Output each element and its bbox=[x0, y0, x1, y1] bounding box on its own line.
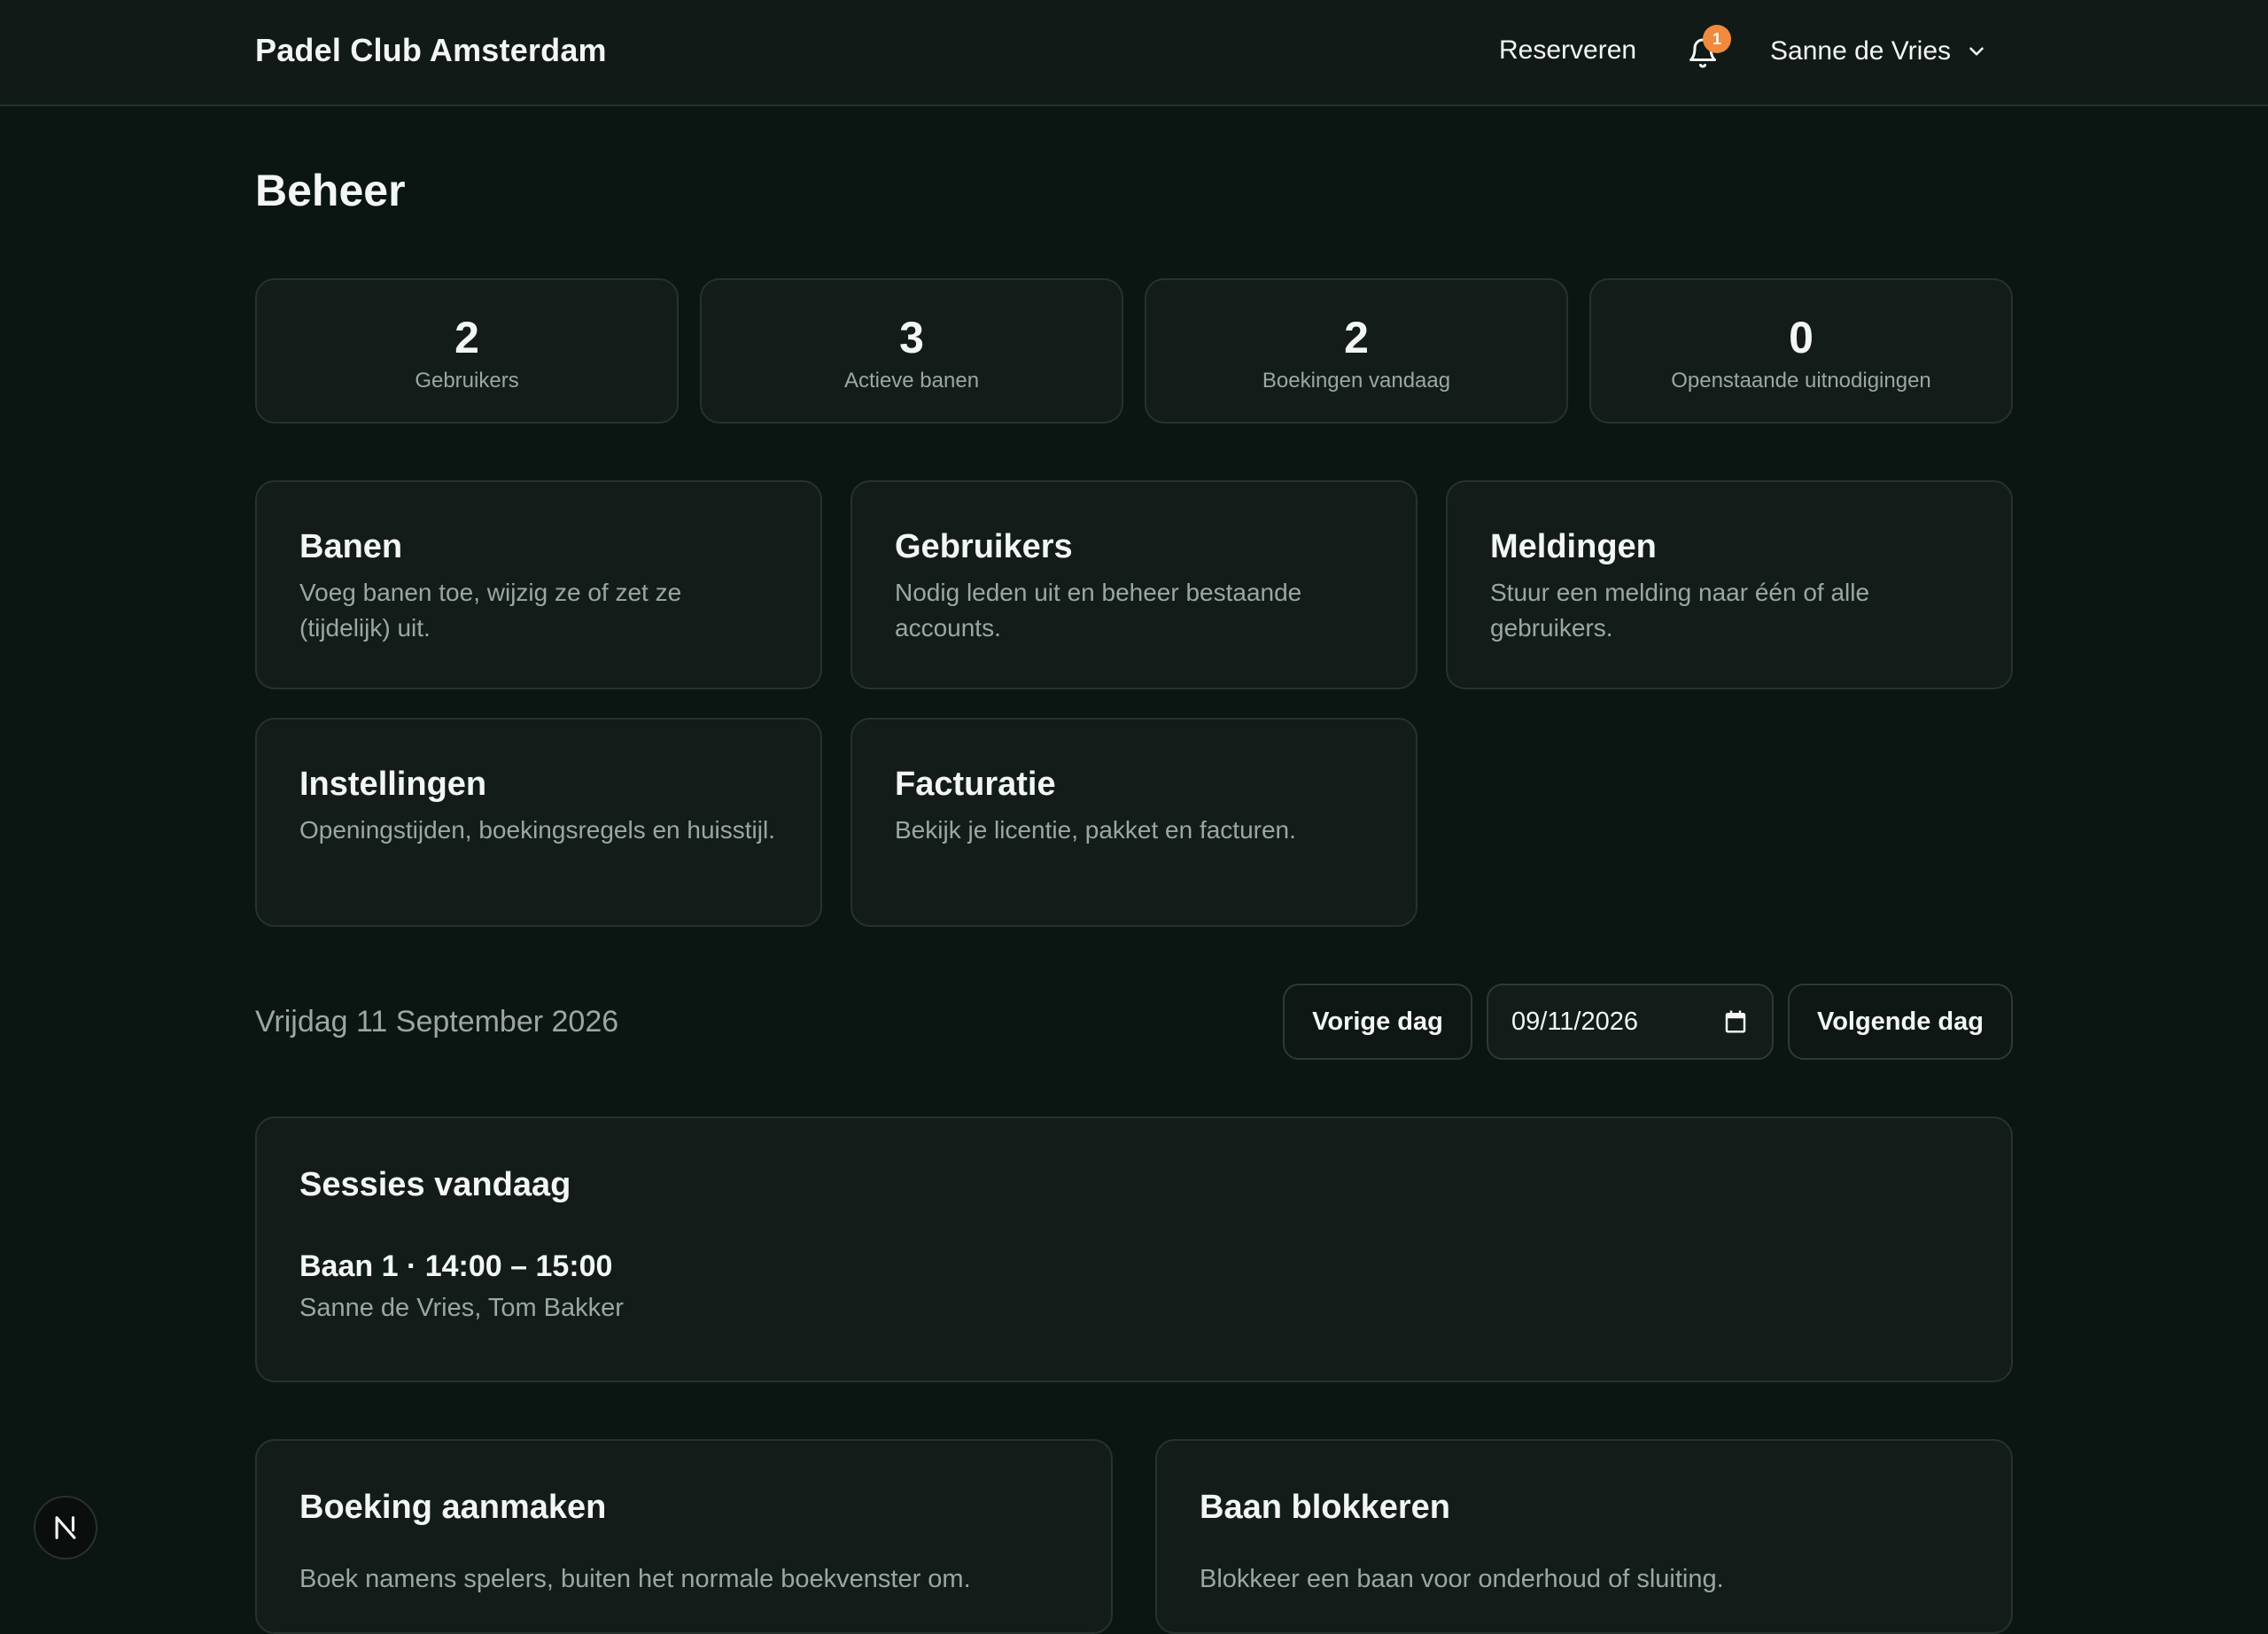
card-title: Facturatie bbox=[895, 766, 1056, 803]
create-booking-description: Boek namens spelers, buiten het normale … bbox=[299, 1565, 971, 1593]
card-description: Stuur een melding naar één of alle gebru… bbox=[1490, 579, 1870, 642]
page-title: Beheer bbox=[255, 166, 406, 215]
stat-label: Openstaande uitnodigingen bbox=[1671, 369, 1931, 393]
block-court-title: Baan blokkeren bbox=[1200, 1489, 1450, 1526]
session-players: Sanne de Vries, Tom Bakker bbox=[299, 1294, 624, 1322]
current-date-label: Vrijdag 11 September 2026 bbox=[255, 1005, 619, 1039]
card-title: Gebruikers bbox=[895, 528, 1073, 565]
stat-users: 2 Gebruikers bbox=[255, 278, 679, 424]
stat-label: Gebruikers bbox=[415, 369, 519, 393]
user-menu-button[interactable]: Sanne de Vries bbox=[1770, 32, 1988, 71]
block-court-description: Blokkeer een baan voor onderhoud of slui… bbox=[1200, 1565, 1724, 1593]
stat-pending-invites: 0 Openstaande uitnodigingen bbox=[1589, 278, 2013, 424]
calendar-icon[interactable] bbox=[1722, 1008, 1749, 1035]
sessions-title: Sessies vandaag bbox=[299, 1166, 571, 1203]
card-title: Instellingen bbox=[299, 766, 487, 803]
stat-value: 3 bbox=[899, 313, 924, 362]
card-notifications[interactable]: Meldingen Stuur een melding naar één of … bbox=[1446, 480, 2013, 689]
create-booking-title: Boeking aanmaken bbox=[299, 1489, 607, 1526]
stat-active-courts: 3 Actieve banen bbox=[700, 278, 1123, 424]
card-description: Nodig leden uit en beheer bestaande acco… bbox=[895, 579, 1302, 642]
stat-label: Boekingen vandaag bbox=[1262, 369, 1451, 393]
chevron-down-icon bbox=[1969, 47, 1984, 56]
sessions-panel: Sessies vandaag Baan 1 · 14:00 – 15:00 S… bbox=[255, 1117, 2013, 1382]
stat-bookings-today: 2 Boekingen vandaag bbox=[1145, 278, 1568, 424]
stat-value: 2 bbox=[1344, 313, 1369, 362]
brand-title[interactable]: Padel Club Amsterdam bbox=[255, 32, 607, 69]
card-title: Banen bbox=[299, 528, 403, 565]
stat-label: Actieve banen bbox=[843, 369, 980, 393]
card-settings[interactable]: Instellingen Openingstijden, boekingsreg… bbox=[255, 718, 822, 927]
reserve-link[interactable]: Reserveren bbox=[1499, 35, 1636, 66]
card-description: Openingstijden, boekingsregels en huisst… bbox=[299, 816, 775, 844]
session-heading: Baan 1 · 14:00 – 15:00 bbox=[299, 1249, 613, 1283]
next-day-button[interactable]: Volgende dag bbox=[1788, 984, 2013, 1060]
create-booking-panel: Boeking aanmaken Boek namens spelers, bu… bbox=[255, 1439, 1113, 1634]
n-logo-icon bbox=[55, 1516, 76, 1539]
card-billing[interactable]: Facturatie Bekijk je licentie, pakket en… bbox=[850, 718, 1418, 927]
card-users[interactable]: Gebruikers Nodig leden uit en beheer bes… bbox=[850, 480, 1418, 689]
user-name: Sanne de Vries bbox=[1770, 36, 1952, 66]
previous-day-button[interactable]: Vorige dag bbox=[1283, 984, 1472, 1060]
dev-tools-badge[interactable] bbox=[34, 1496, 97, 1560]
card-courts[interactable]: Banen Voeg banen toe, wijzig ze of zet z… bbox=[255, 480, 822, 689]
notification-count-badge: 1 bbox=[1703, 25, 1731, 53]
top-navigation-bar: Padel Club Amsterdam Reserveren 1 Sanne … bbox=[0, 0, 2268, 106]
card-description: Voeg banen toe, wijzig ze of zet ze (tij… bbox=[299, 579, 682, 642]
date-picker-input[interactable]: 09/11/2026 bbox=[1487, 984, 1774, 1060]
block-court-panel: Baan blokkeren Blokkeer een baan voor on… bbox=[1155, 1439, 2013, 1634]
card-description: Bekijk je licentie, pakket en facturen. bbox=[895, 816, 1296, 844]
stat-value: 0 bbox=[1789, 313, 1814, 362]
date-value: 09/11/2026 bbox=[1511, 1007, 1638, 1036]
stat-value: 2 bbox=[454, 313, 479, 362]
card-title: Meldingen bbox=[1490, 528, 1657, 565]
